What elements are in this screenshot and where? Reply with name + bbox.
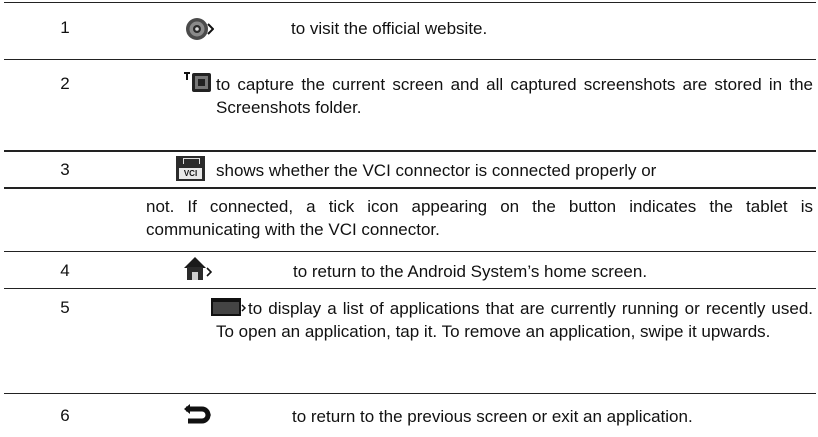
screenshot-icon xyxy=(183,70,213,96)
row-divider xyxy=(4,393,816,394)
row-divider xyxy=(4,187,816,189)
vci-icon-label: VCI xyxy=(179,168,202,179)
row-number: 2 xyxy=(60,74,70,93)
row-divider xyxy=(4,2,816,3)
row-description: to display a list of applications that a… xyxy=(216,299,813,341)
row-number: 3 xyxy=(60,160,70,179)
row-description: to visit the official website. xyxy=(291,19,488,38)
row-number: 4 xyxy=(60,261,70,280)
vci-icon: VCI xyxy=(176,156,205,181)
row-description: shows whether the VCI connector is conne… xyxy=(216,161,657,180)
row-divider xyxy=(4,59,816,60)
back-icon xyxy=(182,403,212,425)
row-number: 1 xyxy=(60,18,70,37)
row-divider xyxy=(4,150,816,152)
row-number: 5 xyxy=(60,298,70,317)
row-description: to capture the current screen and all ca… xyxy=(216,75,813,117)
row-description: to return to the previous screen or exit… xyxy=(292,407,693,426)
row-number: 6 xyxy=(60,406,70,425)
row-description-continued: not. If connected, a tick icon appearing… xyxy=(146,197,813,239)
browser-icon xyxy=(184,14,215,44)
home-icon xyxy=(182,254,213,282)
row-description: to return to the Android System’s home s… xyxy=(293,262,648,281)
row-divider xyxy=(4,251,816,252)
row-divider xyxy=(4,288,816,289)
